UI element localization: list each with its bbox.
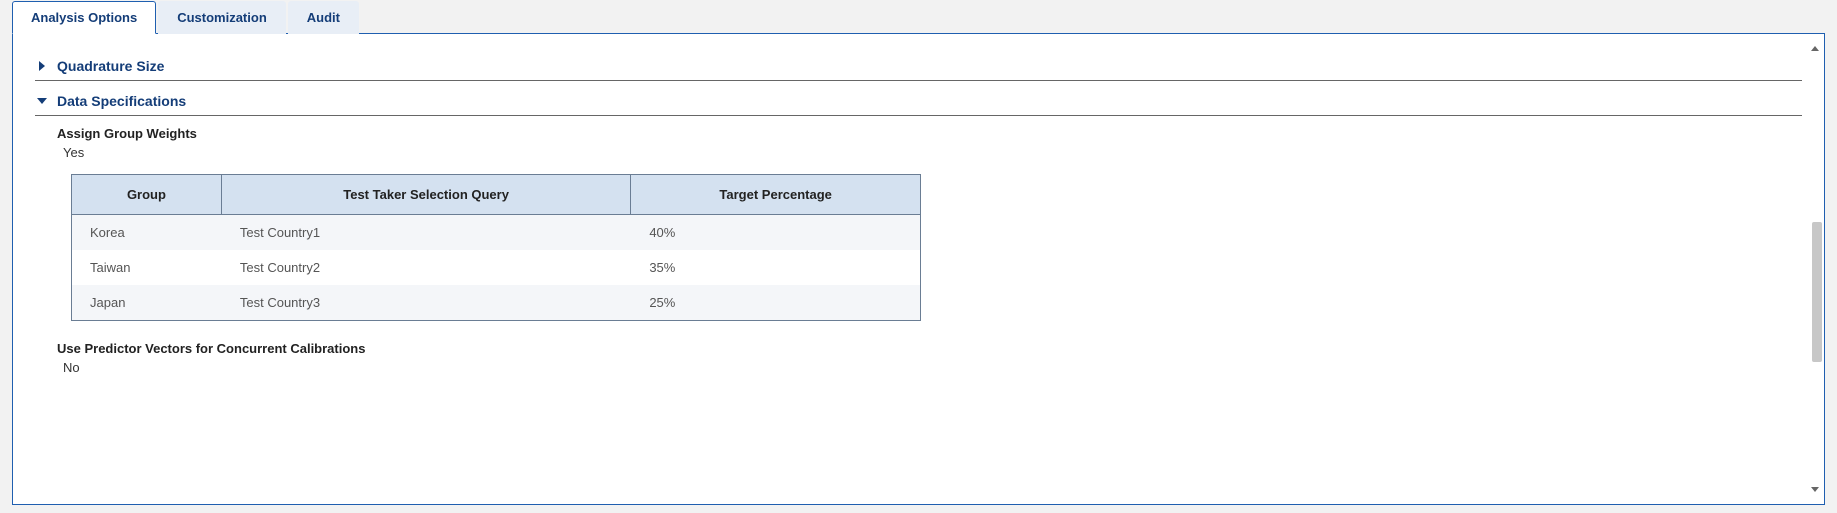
chevron-down-icon (35, 94, 49, 108)
chevron-right-icon (35, 59, 49, 73)
cell-group: Taiwan (72, 250, 222, 285)
col-header-target: Target Percentage (631, 175, 921, 215)
cell-target: 40% (631, 215, 921, 251)
section-title-data-specifications: Data Specifications (57, 93, 186, 109)
vertical-scrollbar[interactable] (1808, 42, 1822, 496)
section-toggle-data-specifications[interactable]: Data Specifications (35, 87, 1802, 116)
cell-query: Test Country1 (221, 215, 630, 251)
col-header-query: Test Taker Selection Query (221, 175, 630, 215)
tab-analysis-options[interactable]: Analysis Options (12, 1, 156, 34)
cell-query: Test Country2 (221, 250, 630, 285)
scroll-up-icon[interactable] (1808, 42, 1822, 56)
value-predictor-vectors: No (63, 360, 1802, 375)
scrollbar-thumb[interactable] (1812, 222, 1822, 362)
scroll-down-icon[interactable] (1808, 482, 1822, 496)
tab-bar: Analysis Options Customization Audit (12, 1, 1825, 34)
table-row: Taiwan Test Country2 35% (72, 250, 921, 285)
section-title-quadrature-size: Quadrature Size (57, 58, 164, 74)
tab-customization[interactable]: Customization (158, 1, 286, 34)
cell-target: 25% (631, 285, 921, 321)
tab-audit[interactable]: Audit (288, 1, 359, 34)
table-row: Korea Test Country1 40% (72, 215, 921, 251)
col-header-group: Group (72, 175, 222, 215)
label-predictor-vectors: Use Predictor Vectors for Concurrent Cal… (57, 341, 1802, 356)
table-row: Japan Test Country3 25% (72, 285, 921, 321)
cell-target: 35% (631, 250, 921, 285)
cell-group: Korea (72, 215, 222, 251)
tab-panel-analysis-options: Quadrature Size Data Specifications Assi… (12, 33, 1825, 505)
value-assign-group-weights: Yes (63, 145, 1802, 160)
cell-group: Japan (72, 285, 222, 321)
label-assign-group-weights: Assign Group Weights (57, 126, 1802, 141)
group-weights-table: Group Test Taker Selection Query Target … (71, 174, 921, 321)
section-toggle-quadrature-size[interactable]: Quadrature Size (35, 52, 1802, 81)
cell-query: Test Country3 (221, 285, 630, 321)
